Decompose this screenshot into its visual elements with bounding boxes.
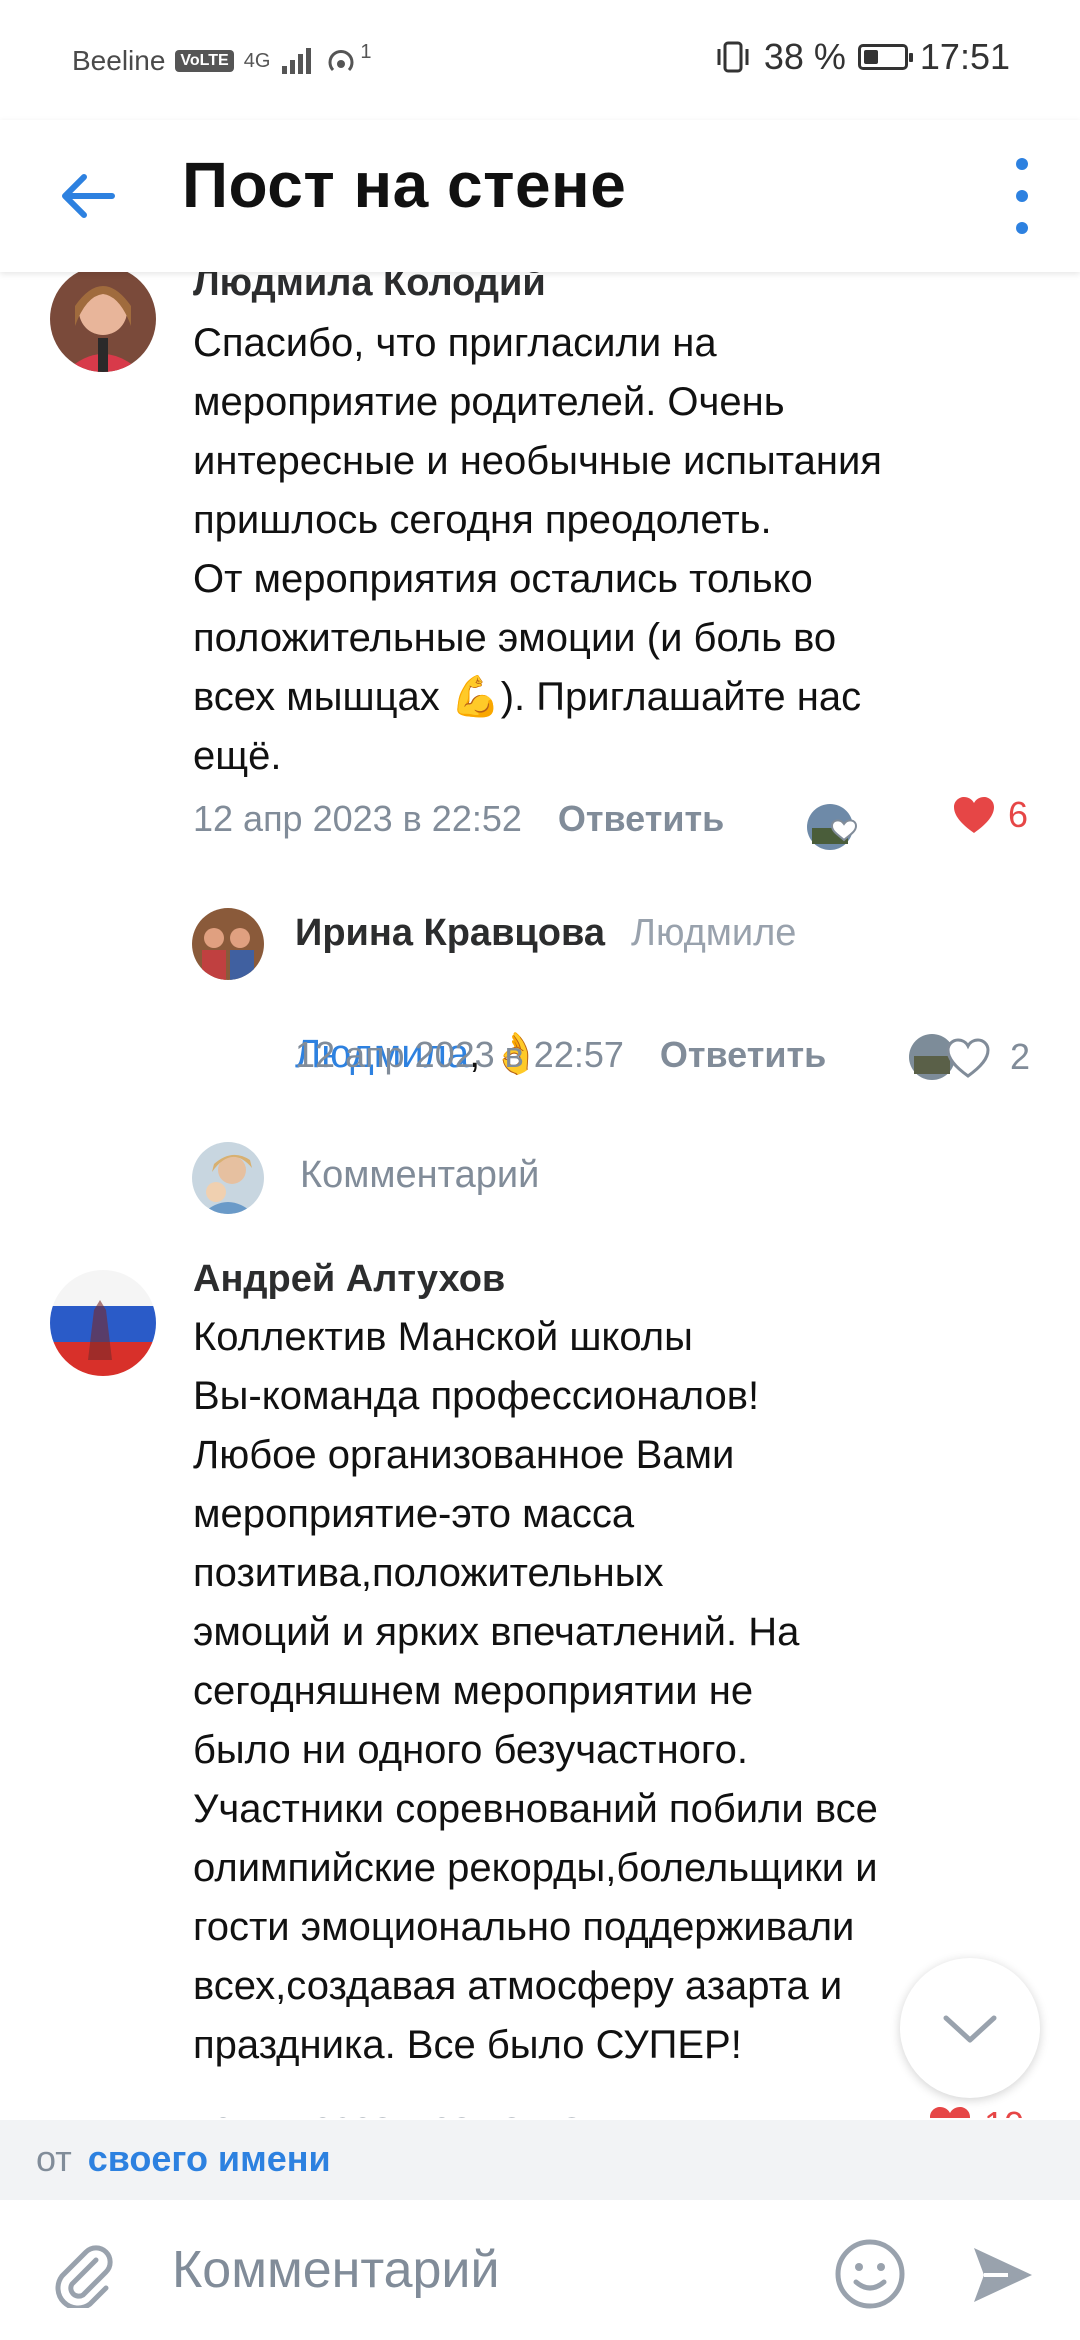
author-name[interactable]: Андрей Алтухов: [193, 1258, 505, 1301]
signal-icon: [282, 48, 312, 74]
clock: 17:51: [919, 36, 1010, 77]
reply-to-name[interactable]: Людмиле: [631, 912, 796, 955]
volte-badge: VoLTE: [175, 50, 234, 72]
avatar: [192, 1142, 264, 1214]
emoji-icon: [835, 2239, 905, 2309]
back-arrow-icon: [62, 174, 115, 218]
reply-button[interactable]: Ответить: [558, 2110, 724, 2118]
heart-icon: [930, 2107, 970, 2118]
app-header: Пост на стене: [0, 120, 1080, 272]
comment-composer: Комментарий: [0, 2200, 1080, 2340]
carrier-name: Beeline: [72, 45, 166, 76]
status-left: Beeline VoLTE 4G 1: [72, 41, 372, 78]
like-count: 2: [1010, 1036, 1031, 1077]
status-bar: Beeline VoLTE 4G 1 38 % 17:51: [0, 0, 1080, 120]
comment-date: 12 апр 2023 в 22:57: [295, 1034, 624, 1075]
likers-avatar: [806, 802, 858, 852]
thread-reply-field[interactable]: Комментарий: [0, 1132, 1080, 1232]
paperclip-icon: [55, 2245, 113, 2311]
post-as-text: от своего имени: [36, 2138, 331, 2180]
hotspot-icon: [328, 50, 354, 72]
likers-avatar: [909, 1034, 990, 1080]
reply-button[interactable]: Ответить: [558, 798, 724, 840]
scroll-down-button[interactable]: [900, 1958, 1040, 2098]
avatar[interactable]: [50, 272, 156, 372]
reply-item: Ирина Кравцова Людмиле Людмила, 👌 12 апр…: [0, 872, 1080, 1080]
heart-icon: [954, 797, 994, 833]
comment-meta: 12 апр 2023 в 22:57 Ответить: [295, 1034, 826, 1076]
more-vertical-icon: [1016, 158, 1028, 170]
vibrate-icon: [717, 41, 749, 73]
comment-item: Людмила Колодий Спасибо, что пригласили …: [0, 272, 1080, 872]
comment-date: 12 апр 2023 в 23:13: [193, 2110, 522, 2118]
avatar[interactable]: [192, 908, 264, 980]
battery-icon: [857, 44, 913, 70]
comment-meta: 12 апр 2023 в 23:13 Ответить: [193, 2110, 724, 2118]
post-as-prefix: от: [36, 2138, 72, 2179]
chevron-down-icon: [943, 2015, 997, 2043]
status-right: 38 % 17:51: [714, 36, 1010, 78]
battery-fill: [863, 50, 878, 64]
author-name[interactable]: Людмила Колодий: [193, 272, 546, 305]
more-dot: [1016, 222, 1028, 234]
comment-date: 12 апр 2023 в 22:52: [193, 798, 522, 839]
emoji-button[interactable]: [832, 2236, 908, 2312]
hotspot-count: 1: [360, 41, 372, 63]
comment-meta: 12 апр 2023 в 22:52 Ответить: [193, 798, 724, 840]
network-type: 4G: [243, 50, 271, 72]
like-button[interactable]: 2: [908, 1032, 1030, 1082]
send-icon: [974, 2248, 1032, 2302]
more-dot: [1016, 190, 1028, 202]
thread-reply-placeholder: Комментарий: [300, 1154, 540, 1196]
like-count: 10: [984, 2104, 1024, 2118]
like-button[interactable]: 10: [928, 2104, 1024, 2118]
comment-text: Спасибо, что пригласили на мероприятие р…: [193, 321, 882, 778]
like-count: 6: [1008, 794, 1029, 835]
send-button[interactable]: [968, 2240, 1038, 2310]
attach-button[interactable]: [48, 2238, 118, 2311]
back-button[interactable]: [52, 160, 124, 232]
page-title: Пост на стене: [182, 149, 627, 221]
more-options-button[interactable]: [1002, 158, 1042, 234]
post-as-link[interactable]: своего имени: [88, 2138, 331, 2179]
reply-button[interactable]: Ответить: [660, 1034, 826, 1076]
post-as-bar: от своего имени: [0, 2120, 1080, 2200]
comment-input[interactable]: Комментарий: [172, 2240, 500, 2300]
battery-percent: 38 %: [763, 36, 846, 77]
author-name[interactable]: Ирина Кравцова: [295, 912, 605, 955]
like-button[interactable]: 6: [952, 794, 1028, 836]
reply-header: Ирина Кравцова Людмиле: [295, 912, 796, 955]
comments-feed[interactable]: Людмила Колодий Спасибо, что пригласили …: [0, 272, 1080, 2118]
avatar[interactable]: [50, 1270, 156, 1376]
